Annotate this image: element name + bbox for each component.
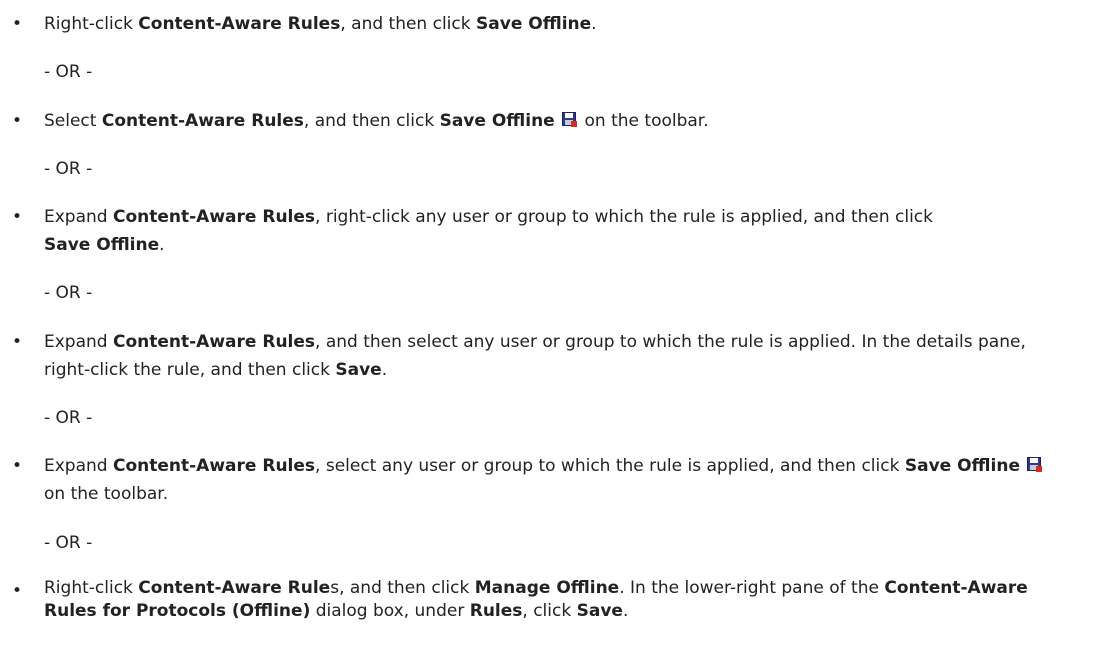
bullet: • bbox=[12, 332, 23, 352]
instruction-text: Right-click Content-Aware Rules, and the… bbox=[44, 578, 1028, 621]
instruction-text: Select Content-Aware Rules, and then cli… bbox=[44, 107, 1084, 135]
or-separator: - OR - bbox=[44, 533, 93, 553]
bullet: • bbox=[12, 207, 23, 227]
bullet: • bbox=[12, 14, 23, 34]
instruction-text: Expand Content-Aware Rules, select any u… bbox=[44, 452, 1054, 508]
bullet: • bbox=[12, 456, 23, 476]
bullet: • bbox=[12, 581, 23, 601]
save-offline-icon[interactable] bbox=[1027, 453, 1043, 472]
instruction-text: Expand Content-Aware Rules, and then sel… bbox=[44, 332, 1026, 380]
help-document: • Right-click Content-Aware Rules, and t… bbox=[0, 0, 1099, 648]
or-separator: - OR - bbox=[44, 62, 93, 82]
instruction-text: Expand Content-Aware Rules, right-click … bbox=[44, 207, 933, 255]
or-separator: - OR - bbox=[44, 283, 93, 303]
bullet: • bbox=[12, 111, 23, 131]
or-separator: - OR - bbox=[44, 159, 93, 179]
or-separator: - OR - bbox=[44, 408, 93, 428]
save-offline-icon[interactable] bbox=[562, 108, 578, 127]
instruction-text: Right-click Content-Aware Rules, and the… bbox=[44, 14, 597, 34]
